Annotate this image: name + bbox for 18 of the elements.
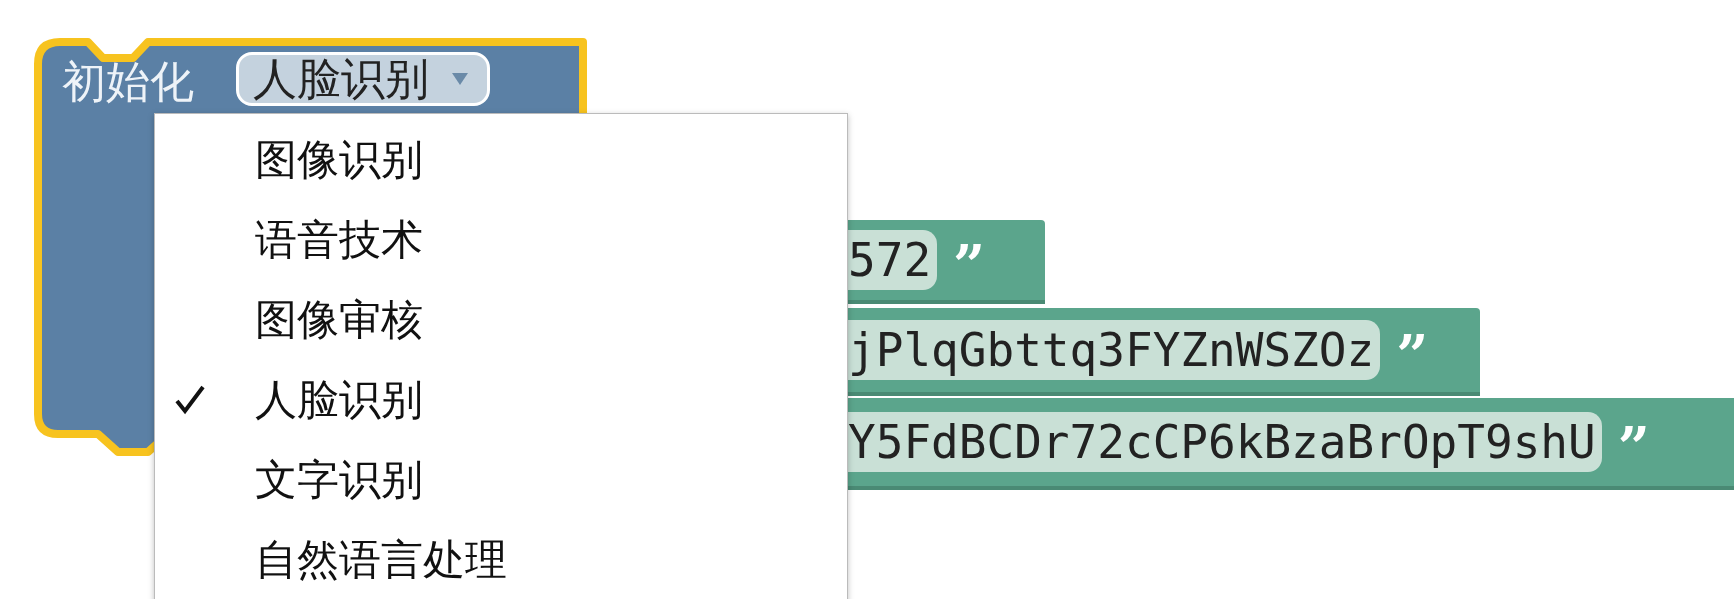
block-label: 初始化 (62, 55, 194, 109)
caret-icon (451, 72, 469, 86)
text-block[interactable]: 572 ” (848, 220, 1045, 304)
dropdown-field[interactable]: 人脸识别 (236, 52, 490, 106)
menu-item[interactable]: 文字识别 (155, 440, 847, 520)
menu-item[interactable]: 图像审核 (155, 280, 847, 360)
menu-item[interactable]: 自然语言处理 (155, 520, 847, 599)
text-block[interactable]: Y5FdBCDr72cCP6kBzaBrOpT9shU ” (848, 398, 1734, 490)
text-block[interactable]: jPlqGbttq3FYZnWSZOz ” (848, 308, 1480, 396)
quote-mark: ” (1617, 422, 1650, 462)
quote-mark: ” (953, 240, 986, 280)
menu-item[interactable]: 语音技术 (155, 200, 847, 280)
quote-mark: ” (1396, 330, 1429, 370)
menu-item[interactable]: 人脸识别 (155, 360, 847, 440)
text-field[interactable]: Y5FdBCDr72cCP6kBzaBrOpT9shU (848, 412, 1602, 472)
text-field[interactable]: 572 (848, 230, 938, 290)
text-field[interactable]: jPlqGbttq3FYZnWSZOz (848, 320, 1381, 380)
menu-item[interactable]: 图像识别 (155, 120, 847, 200)
